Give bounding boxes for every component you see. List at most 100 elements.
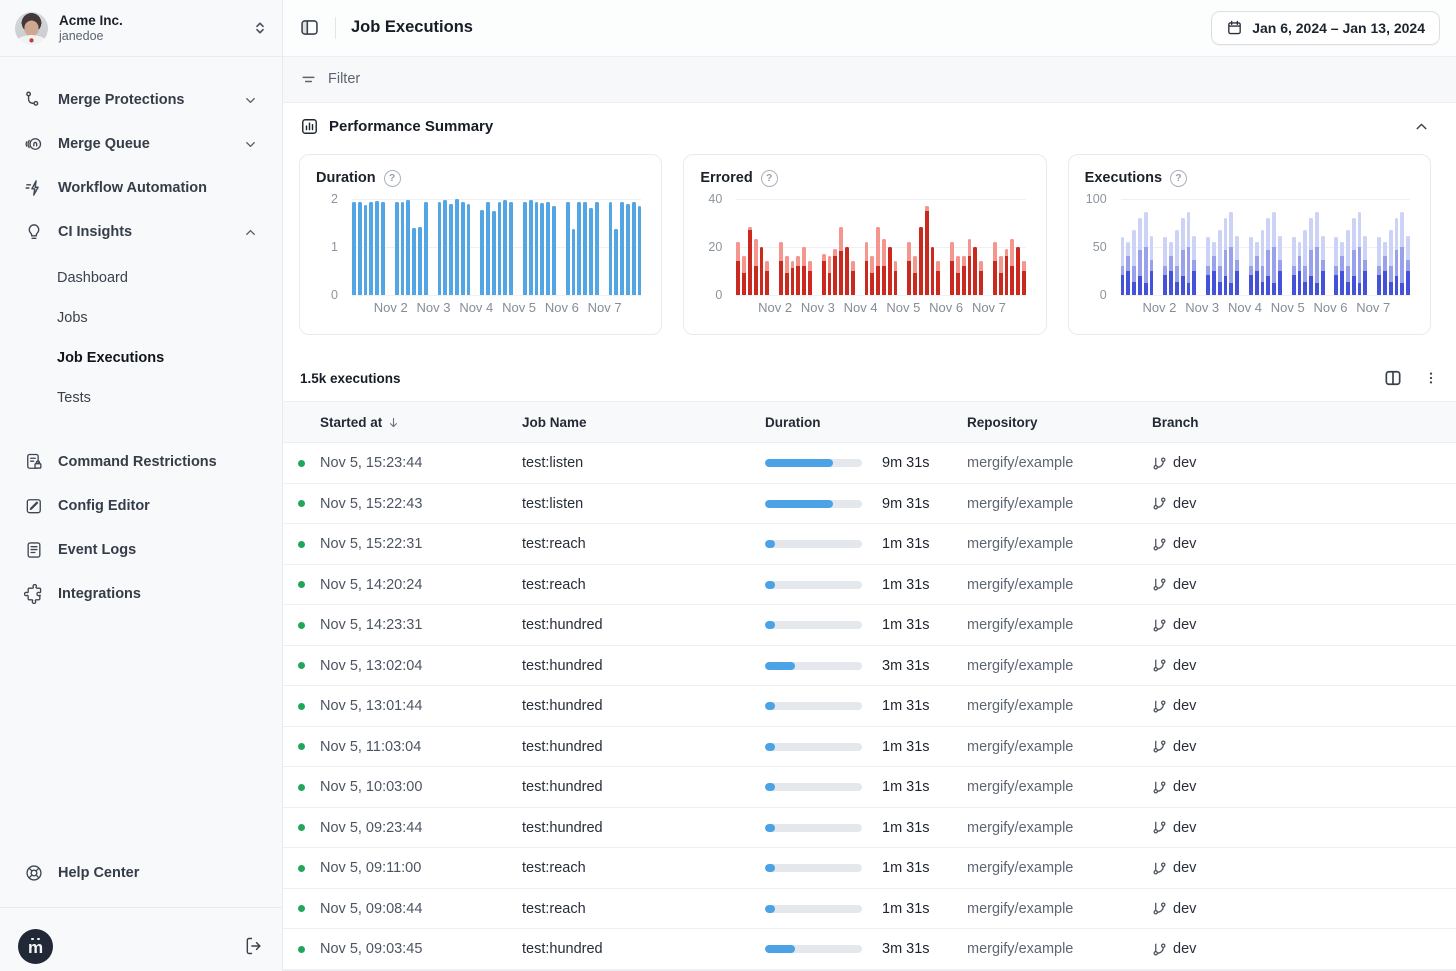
git-branch-icon (1152, 537, 1167, 552)
table-row[interactable]: Nov 5, 14:20:24 test:reach 1m 31s mergif… (283, 565, 1456, 606)
column-header-repository[interactable]: Repository (967, 415, 1152, 430)
bar-segment (1266, 218, 1270, 250)
bar (736, 242, 740, 295)
bar-segment (808, 261, 812, 271)
bar (876, 227, 880, 294)
bar (888, 247, 892, 295)
bar-group: Nov 6 (523, 199, 556, 295)
bar-segment (461, 202, 465, 295)
table-row[interactable]: Nov 5, 10:03:00 test:hundred 1m 31s merg… (283, 767, 1456, 808)
help-icon[interactable]: ? (761, 170, 778, 187)
bar-segment (1229, 212, 1233, 247)
table-row[interactable]: Nov 5, 09:11:00 test:reach 1m 31s mergif… (283, 848, 1456, 889)
sidebar-item-tests[interactable]: Tests (12, 378, 270, 418)
column-header-branch[interactable]: Branch (1152, 415, 1456, 430)
bar-segment (486, 202, 490, 295)
bar-segment (870, 256, 874, 273)
duration-value: 1m 31s (882, 779, 930, 795)
bar-segment (1255, 256, 1259, 270)
table-row[interactable]: Nov 5, 13:01:44 test:hundred 1m 31s merg… (283, 686, 1456, 727)
y-tick-label: 20 (708, 240, 722, 254)
bar-segment (962, 266, 966, 295)
sidebar-item-config-editor[interactable]: Config Editor (12, 484, 270, 528)
table-row[interactable]: Nov 5, 13:02:04 test:hundred 3m 31s merg… (283, 646, 1456, 687)
bar-segment (1272, 283, 1276, 295)
bar-segment (1383, 242, 1387, 256)
sidebar-item-merge-queue[interactable]: Merge Queue (12, 122, 270, 166)
sidebar-item-command-restrictions[interactable]: Command Restrictions (12, 440, 270, 484)
bar-segment (638, 206, 642, 295)
mergify-logo[interactable]: m (18, 929, 53, 964)
bar (865, 242, 869, 295)
x-tick-label: Nov 7 (972, 300, 1006, 315)
bar-segment (1352, 276, 1356, 294)
duration-value: 1m 31s (882, 820, 930, 836)
bar-segment (1169, 242, 1173, 256)
logout-icon[interactable] (244, 936, 264, 956)
date-range-picker[interactable]: Jan 6, 2024 – Jan 13, 2024 (1211, 11, 1440, 45)
job-name-cell: test:hundred (522, 617, 765, 633)
sidebar-item-integrations[interactable]: Integrations (12, 572, 270, 616)
bar-group (1377, 199, 1410, 295)
sidebar-item-label: Integrations (58, 586, 141, 602)
bar-segment (1352, 218, 1356, 250)
bar-segment (1224, 250, 1228, 277)
bar (1022, 261, 1026, 295)
sidebar-item-jobs[interactable]: Jobs (12, 298, 270, 338)
sidebar-item-help-center[interactable]: Help Center (12, 851, 270, 895)
calendar-icon (1226, 19, 1243, 36)
status-success-dot (298, 946, 305, 953)
started-at-cell: Nov 5, 09:23:44 (320, 820, 522, 836)
kebab-menu-icon[interactable] (1423, 370, 1439, 386)
org-select-chevrons-icon[interactable] (252, 20, 268, 36)
bar (638, 206, 642, 295)
sidebar-item-workflow-automation[interactable]: Workflow Automation (12, 166, 270, 210)
sidebar-item-label: Command Restrictions (58, 454, 217, 470)
sidebar-toggle-icon[interactable] (299, 17, 320, 38)
table-row[interactable]: Nov 5, 09:03:45 test:hundred 3m 31s merg… (283, 929, 1456, 970)
help-icon[interactable]: ? (1170, 170, 1187, 187)
columns-icon[interactable] (1383, 368, 1403, 388)
status-success-dot (298, 460, 305, 467)
duration-value: 1m 31s (882, 739, 930, 755)
table-row[interactable]: Nov 5, 09:23:44 test:hundred 1m 31s merg… (283, 808, 1456, 849)
bar (870, 256, 874, 294)
branch-name: dev (1173, 820, 1196, 836)
filter-bar[interactable]: Filter (283, 57, 1456, 103)
job-name-cell: test:hundred (522, 941, 765, 957)
table-row[interactable]: Nov 5, 15:22:43 test:listen 9m 31s mergi… (283, 484, 1456, 525)
bar-segment (754, 239, 758, 265)
bar (620, 202, 624, 295)
help-icon[interactable]: ? (384, 170, 401, 187)
column-header-started-at[interactable]: Started at (320, 415, 522, 430)
table-row[interactable]: Nov 5, 15:22:31 test:reach 1m 31s mergif… (283, 524, 1456, 565)
table-row[interactable]: Nov 5, 15:23:44 test:listen 9m 31s mergi… (283, 443, 1456, 484)
sidebar-item-merge-protections[interactable]: Merge Protections (12, 78, 270, 122)
sidebar-item-ci-insights[interactable]: CI Insights (12, 210, 270, 254)
column-header-duration[interactable]: Duration (765, 415, 967, 430)
table-row[interactable]: Nov 5, 11:03:04 test:hundred 1m 31s merg… (283, 727, 1456, 768)
sidebar-item-event-logs[interactable]: Event Logs (12, 528, 270, 572)
duration-progress-bar (765, 581, 862, 589)
y-axis: 210 (316, 199, 342, 295)
sidebar-item-dashboard[interactable]: Dashboard (12, 258, 270, 298)
git-branch-icon (1152, 496, 1167, 511)
bar-segment (956, 256, 960, 273)
bar (1005, 249, 1009, 295)
bar-segment (1175, 266, 1179, 282)
started-at-cell: Nov 5, 11:03:04 (320, 739, 522, 755)
job-name-cell: test:listen (522, 496, 765, 512)
bar (1138, 218, 1142, 295)
bar-segment (1132, 282, 1136, 294)
duration-value: 9m 31s (882, 455, 930, 471)
table-row[interactable]: Nov 5, 09:08:44 test:reach 1m 31s mergif… (283, 889, 1456, 930)
collapse-chevron-up-icon[interactable] (1413, 118, 1439, 135)
status-success-dot (298, 581, 305, 588)
bar-segment (1010, 239, 1014, 265)
bar-segment (1292, 275, 1296, 295)
repository-cell: mergify/example (967, 577, 1152, 593)
org-switcher[interactable]: Acme Inc. janedoe (0, 0, 282, 57)
table-row[interactable]: Nov 5, 14:23:31 test:hundred 1m 31s merg… (283, 605, 1456, 646)
sidebar-item-job-executions[interactable]: Job Executions (12, 338, 270, 378)
column-header-job-name[interactable]: Job Name (522, 415, 765, 430)
